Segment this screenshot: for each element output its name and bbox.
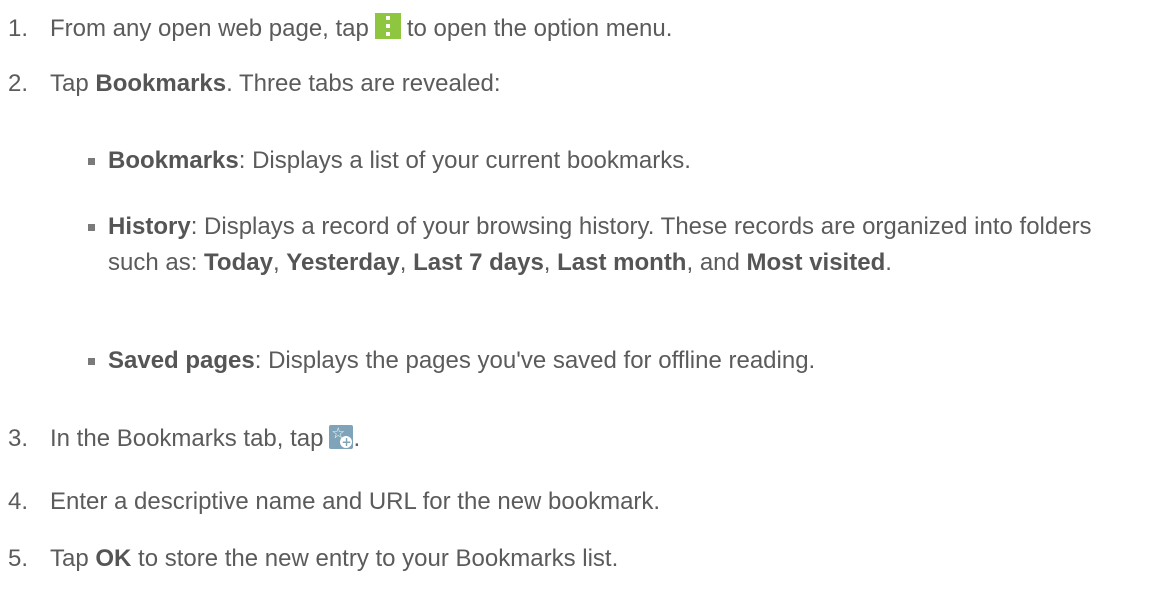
tab-description-history: History: Displays a record of your brows… bbox=[108, 209, 1148, 281]
folder-name: Most visited bbox=[746, 249, 886, 276]
step-number: 5. bbox=[8, 545, 29, 572]
bookmark-add-icon: ☆ + bbox=[329, 424, 354, 449]
period: . bbox=[885, 249, 892, 276]
folder-name: Yesterday bbox=[286, 249, 400, 276]
step-4: 4. Enter a descriptive name and URL for t… bbox=[8, 488, 660, 516]
separator: , bbox=[272, 249, 287, 276]
tab-name: Saved pages bbox=[108, 347, 255, 374]
instructions-document: 1. From any open web page, tap to open the… bbox=[0, 0, 1162, 593]
tab-desc: : Displays the pages you've saved for of… bbox=[254, 347, 816, 374]
step-number: 3. bbox=[8, 425, 29, 452]
folder-name: Today bbox=[204, 249, 273, 276]
step-number: 4. bbox=[8, 488, 29, 515]
folder-name: Last month bbox=[557, 249, 687, 276]
step-text: . bbox=[353, 425, 361, 452]
step-3: 3. In the Bookmarks tab, tap ☆ +. bbox=[8, 425, 360, 453]
step-bold-term: Bookmarks bbox=[95, 70, 227, 97]
conjunction: and bbox=[699, 249, 747, 276]
tab-desc: : Displays a list of your current bookma… bbox=[238, 147, 691, 174]
step-text: . Three tabs are revealed: bbox=[226, 70, 501, 97]
step-text: From any open web page, tap bbox=[50, 15, 369, 42]
step-text: to open the option menu. bbox=[406, 15, 673, 42]
bullet-marker bbox=[88, 358, 95, 365]
step-text: Tap bbox=[50, 545, 96, 572]
step-text: Enter a descriptive name and URL for the… bbox=[50, 488, 661, 515]
bullet-marker bbox=[88, 158, 95, 165]
tab-name: Bookmarks bbox=[108, 147, 239, 174]
step-number: 1. bbox=[8, 15, 29, 42]
step-text: to store the new entry to your Bookmarks… bbox=[131, 545, 619, 572]
separator: , bbox=[543, 249, 558, 276]
step-5: 5. Tap OK to store the new entry to your … bbox=[8, 545, 618, 573]
step-text: In the Bookmarks tab, tap bbox=[50, 425, 324, 452]
tab-name: History bbox=[108, 213, 191, 240]
step-number: 2. bbox=[8, 70, 29, 97]
separator: , bbox=[686, 249, 700, 276]
tab-description-saved-pages: Saved pages: Displays the pages you've s… bbox=[108, 343, 1148, 379]
bullet-marker bbox=[88, 224, 95, 231]
step-1: 1. From any open web page, tap to open the… bbox=[8, 13, 672, 43]
step-bold-term: OK bbox=[95, 545, 132, 572]
separator: , bbox=[399, 249, 414, 276]
tab-description-bookmarks: Bookmarks: Displays a list of your curre… bbox=[108, 143, 1148, 179]
vertical-dots-menu-icon bbox=[374, 13, 401, 39]
step-text: Tap bbox=[50, 70, 96, 97]
folder-name: Last 7 days bbox=[413, 249, 544, 276]
step-2: 2. Tap Bookmarks. Three tabs are revealed… bbox=[8, 70, 501, 98]
